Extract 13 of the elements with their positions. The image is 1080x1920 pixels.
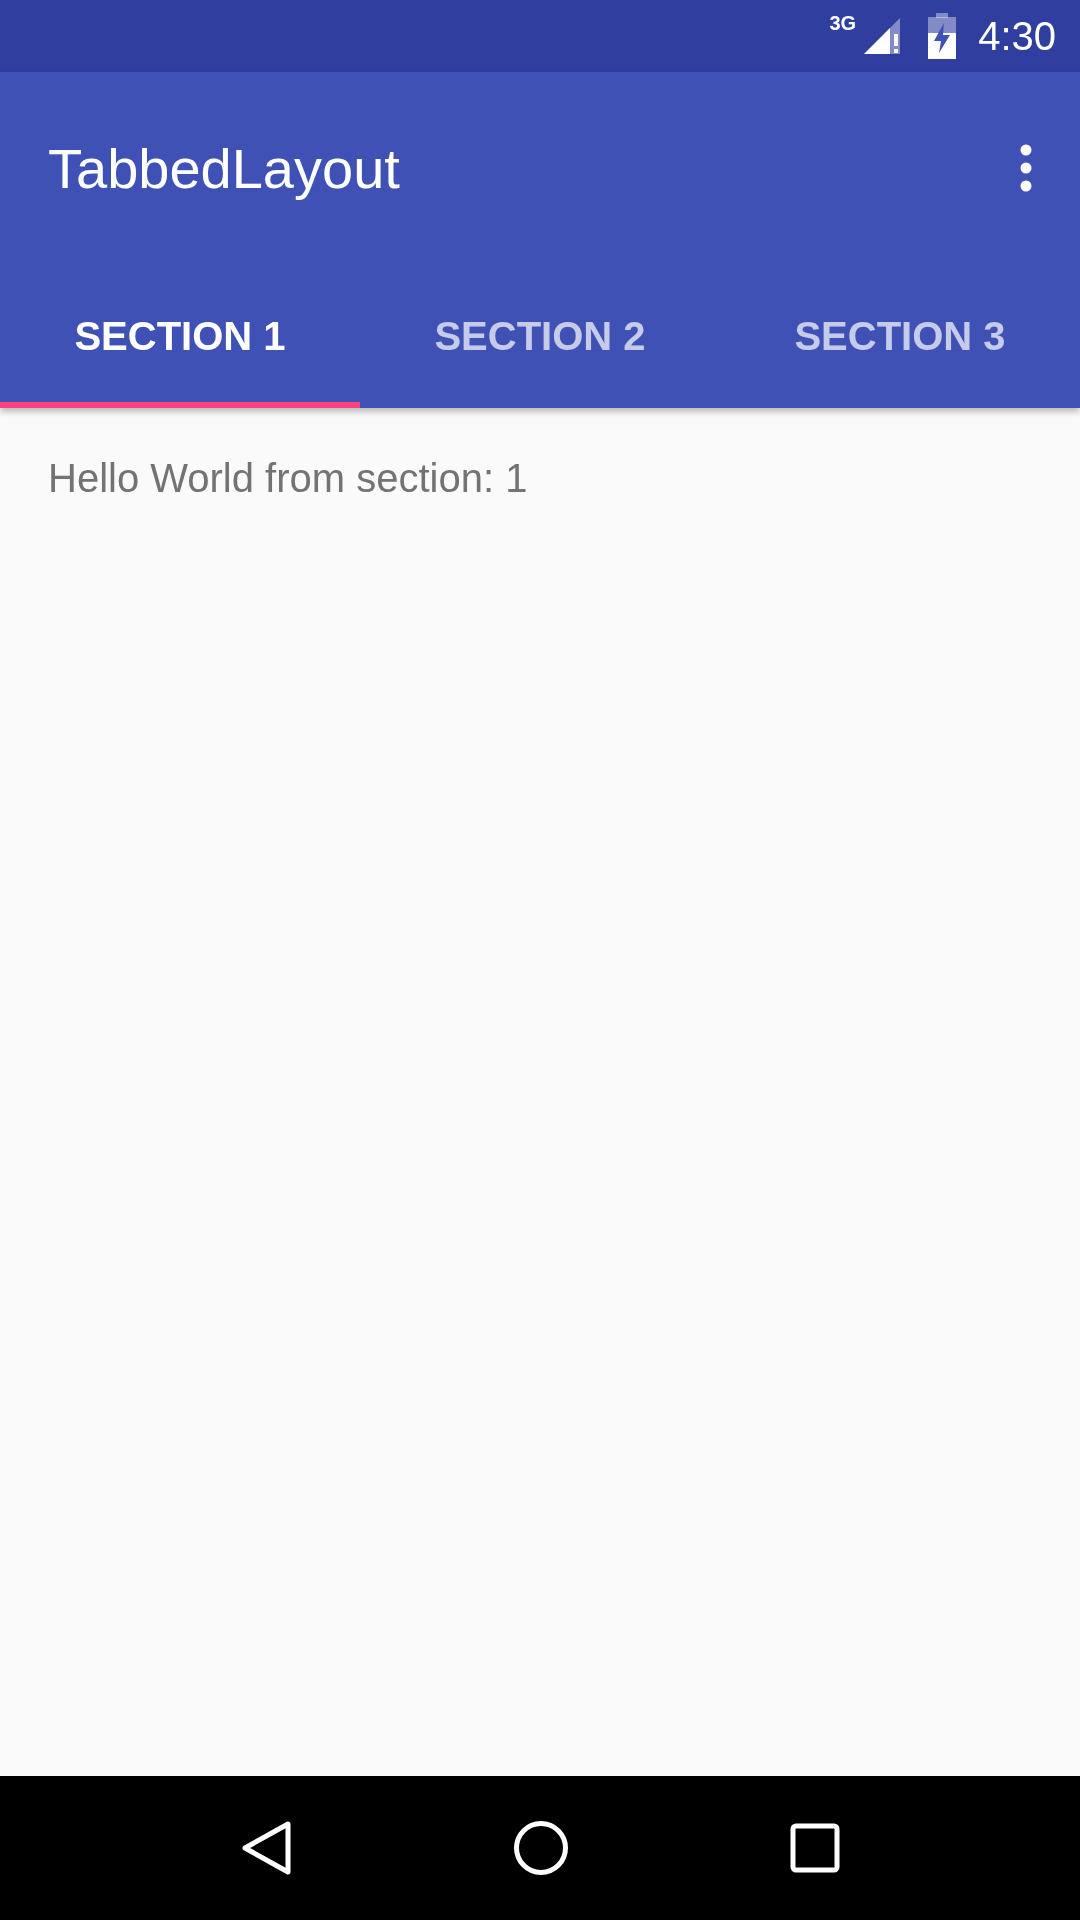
more-options-icon[interactable] (1020, 144, 1032, 192)
network-type: 3G (829, 12, 857, 35)
back-icon[interactable] (240, 1820, 293, 1876)
section-text: Hello World from section: 1 (48, 456, 528, 500)
home-icon[interactable] (513, 1820, 569, 1876)
tab[interactable]: SECTION 2 (360, 264, 720, 408)
signal-icon (862, 16, 903, 56)
clock-time: 4:30 (978, 13, 1056, 59)
tab[interactable]: SECTION 3 (720, 264, 1080, 408)
tab[interactable]: SECTION 1 (0, 264, 360, 408)
app-title: TabbedLayout (48, 135, 400, 201)
battery-charging-icon (928, 13, 957, 59)
recents-icon[interactable] (789, 1823, 840, 1873)
